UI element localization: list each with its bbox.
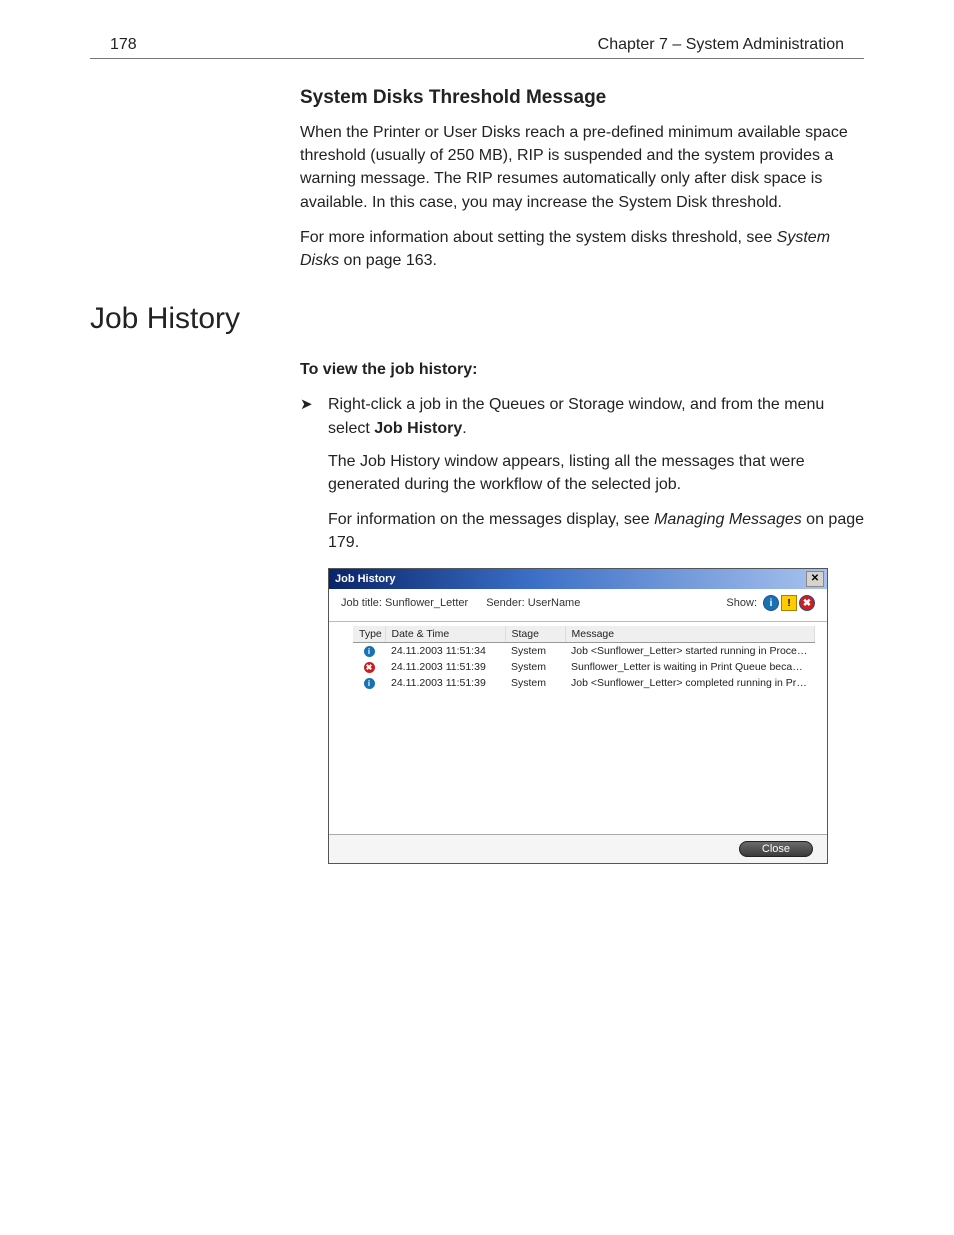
chapter-label: Chapter 7 – System Administration xyxy=(598,36,844,54)
job-title-label: Job title: Sunflower_Letter xyxy=(341,597,468,609)
cross-ref: Managing Messages xyxy=(654,511,802,528)
table-header-row: Type Date & Time Stage Message xyxy=(353,626,815,643)
section-heading: Job History xyxy=(90,302,864,336)
filter-error-icon[interactable]: ✖ xyxy=(799,595,815,611)
close-icon[interactable]: ✕ xyxy=(806,571,824,587)
text-run: For information on the messages display,… xyxy=(328,511,654,528)
table-row[interactable]: i 24.11.2003 11:51:34SystemJob <Sunflower… xyxy=(353,643,815,660)
col-stage[interactable]: Stage xyxy=(505,626,565,643)
cell-message: Sunflower_Letter is waiting in Print Que… xyxy=(565,659,815,675)
dialog-title: Job History xyxy=(335,573,396,585)
cell-message: Job <Sunflower_Letter> completed running… xyxy=(565,675,815,691)
text-run: on page 163. xyxy=(339,252,437,269)
close-button[interactable]: Close xyxy=(739,841,813,857)
job-history-dialog: Job History ✕ Job title: Sunflower_Lette… xyxy=(328,568,828,864)
filter-warning-icon[interactable]: ! xyxy=(781,595,797,611)
procedure-step: ➤ Right-click a job in the Queues or Sto… xyxy=(300,393,864,439)
table-row[interactable]: ✖ 24.11.2003 11:51:39SystemSunflower_Lett… xyxy=(353,659,815,675)
text-run: For more information about setting the s… xyxy=(300,229,777,246)
error-icon: ✖ xyxy=(364,662,375,673)
info-icon: i xyxy=(364,646,375,657)
dialog-footer: Close xyxy=(329,834,827,863)
dialog-toolbar: Job title: Sunflower_Letter Sender: User… xyxy=(329,589,827,622)
body-paragraph: When the Printer or User Disks reach a p… xyxy=(300,121,864,214)
procedure-intro: To view the job history: xyxy=(300,358,864,381)
filter-info-icon[interactable]: i xyxy=(763,595,779,611)
table-row[interactable]: i 24.11.2003 11:51:39SystemJob <Sunflower… xyxy=(353,675,815,691)
col-message[interactable]: Message xyxy=(565,626,815,643)
show-label: Show: xyxy=(726,597,757,609)
step-bullet-icon: ➤ xyxy=(300,393,328,413)
sender-label: Sender: UserName xyxy=(486,597,580,609)
cell-date: 24.11.2003 11:51:34 xyxy=(385,643,505,660)
body-paragraph: The Job History window appears, listing … xyxy=(328,450,864,496)
cell-date: 24.11.2003 11:51:39 xyxy=(385,675,505,691)
cell-date: 24.11.2003 11:51:39 xyxy=(385,659,505,675)
cell-stage: System xyxy=(505,643,565,660)
cell-stage: System xyxy=(505,659,565,675)
ui-term: Job History xyxy=(374,420,462,437)
col-type[interactable]: Type xyxy=(353,626,385,643)
info-icon: i xyxy=(364,678,375,689)
col-date[interactable]: Date & Time xyxy=(385,626,505,643)
cell-stage: System xyxy=(505,675,565,691)
cell-message: Job <Sunflower_Letter> started running i… xyxy=(565,643,815,660)
dialog-titlebar: Job History ✕ xyxy=(329,569,827,589)
body-paragraph: For more information about setting the s… xyxy=(300,226,864,272)
page-number: 178 xyxy=(110,36,137,54)
text-run: . xyxy=(462,420,466,437)
subsection-title: System Disks Threshold Message xyxy=(300,87,864,109)
history-table: Type Date & Time Stage Message i 24.11.20… xyxy=(353,626,815,691)
body-paragraph: For information on the messages display,… xyxy=(328,508,864,554)
page-header: 178 Chapter 7 – System Administration xyxy=(90,36,864,59)
